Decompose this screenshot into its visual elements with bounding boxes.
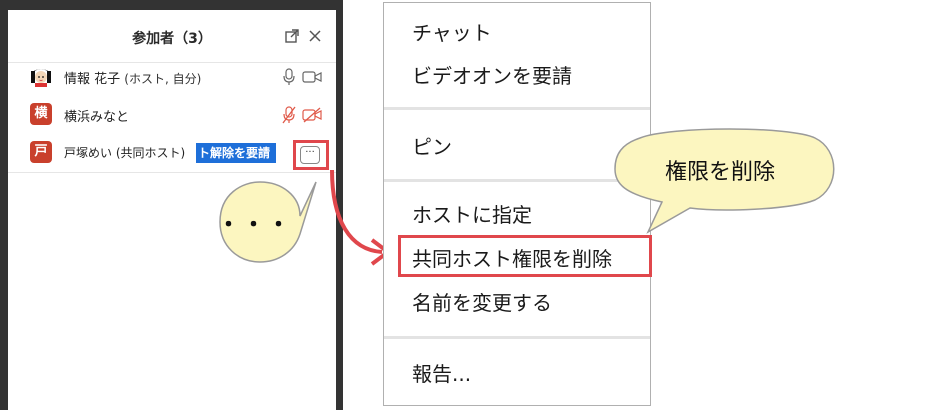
request-unmute-button[interactable]: ト解除を要請 <box>196 143 277 163</box>
callout-text: 権限を削除 <box>664 160 775 185</box>
participant-row-hanako[interactable]: 情報 花子 (ホスト, 自分) <box>8 60 336 96</box>
camera-icon[interactable] <box>302 69 322 85</box>
participant-row-mei[interactable]: 戸 戸塚めい (共同ホスト) ト解除を要請 ··· <box>8 136 336 172</box>
participant-name: 横浜みなと <box>64 110 130 125</box>
participant-name: 戸塚めい (共同ホスト) <box>64 146 186 160</box>
menu-item-make-host[interactable]: ホストに指定 <box>412 199 532 228</box>
dots-bubble-text: ・・・ <box>217 213 293 238</box>
mic-muted-icon[interactable] <box>282 106 296 124</box>
menu-separator <box>384 107 650 110</box>
panel-header: 参加者（3） <box>8 10 336 63</box>
menu-item-report[interactable]: 報告... <box>412 358 471 387</box>
participant-name: 情報 花子 <box>64 72 121 87</box>
menu-separator <box>384 336 650 339</box>
menu-item-request-video[interactable]: ビデオオンを要請 <box>412 60 572 89</box>
popout-icon[interactable] <box>284 28 300 44</box>
participant-row-minato[interactable]: 横 横浜みなと <box>8 98 336 134</box>
avatar: 横 <box>30 103 52 125</box>
menu-item-pin[interactable]: ピン <box>412 131 452 160</box>
avatar-photo <box>30 65 52 87</box>
menu-item-rename[interactable]: 名前を変更する <box>412 287 552 316</box>
person-avatar-icon <box>30 65 52 87</box>
close-icon[interactable] <box>307 28 323 44</box>
menu-item-remove-cohost[interactable]: 共同ホスト権限を削除 <box>412 243 612 272</box>
camera-off-icon[interactable] <box>302 107 322 123</box>
avatar: 戸 <box>30 141 52 163</box>
participant-role: (ホスト, 自分) <box>124 72 202 86</box>
menu-item-chat[interactable]: チャット <box>412 17 492 46</box>
divider <box>8 172 336 173</box>
mic-icon[interactable] <box>282 68 296 86</box>
more-options-button[interactable]: ··· <box>300 146 320 164</box>
